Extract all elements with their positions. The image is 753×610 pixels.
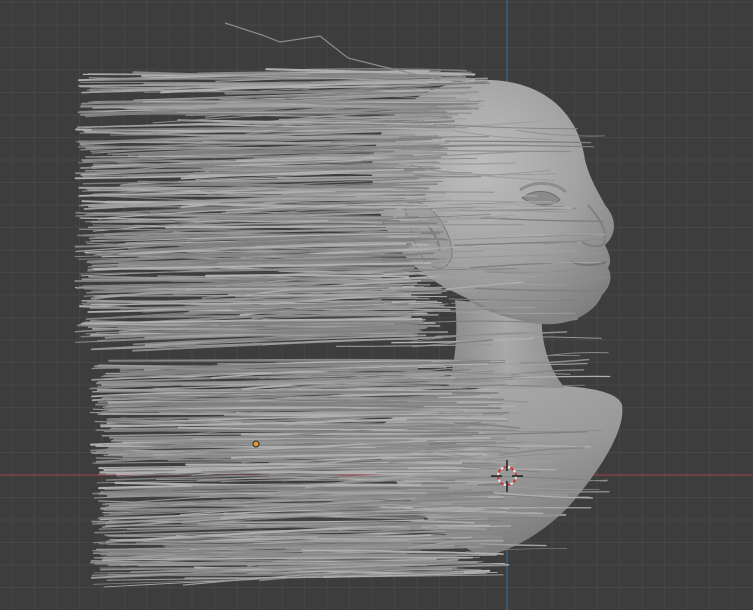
- hair-strand: [109, 134, 416, 136]
- hair-strand: [547, 351, 609, 357]
- hair-strand: [318, 536, 502, 539]
- object-origin-dot[interactable]: [252, 440, 260, 448]
- viewport-canvas[interactable]: [0, 0, 753, 610]
- hair-strand: [101, 397, 488, 401]
- 3d-viewport[interactable]: [0, 0, 753, 610]
- hair-strand: [223, 514, 440, 516]
- hair-strand: [108, 535, 404, 538]
- hair-strand: [204, 274, 410, 278]
